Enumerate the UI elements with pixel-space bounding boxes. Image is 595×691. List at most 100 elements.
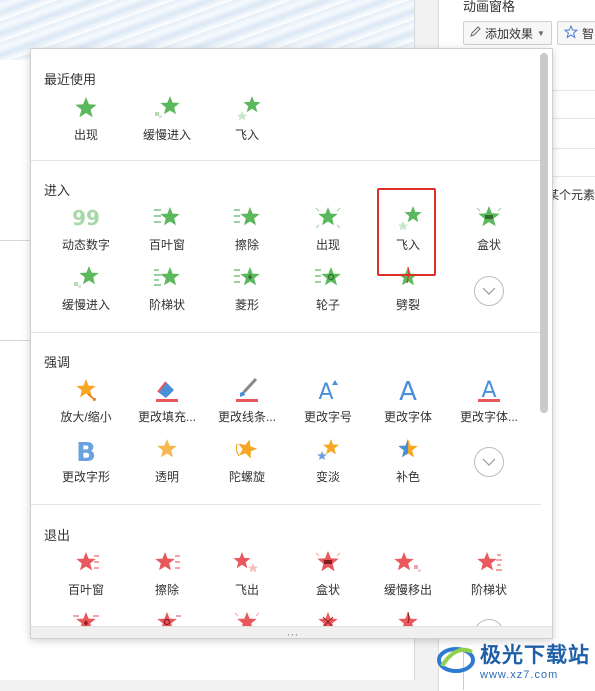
effect-emphasis-transparency[interactable]: 透明 bbox=[127, 435, 207, 491]
section-divider bbox=[31, 332, 541, 333]
fade-star-icon bbox=[311, 435, 345, 465]
add-effect-button[interactable]: 添加效果 ▼ bbox=[463, 21, 552, 45]
effect-entrance-slow-enter[interactable]: 缓慢进入 bbox=[46, 263, 126, 319]
add-effect-label: 添加效果 bbox=[485, 26, 534, 41]
effect-label: 更改线条... bbox=[217, 410, 276, 424]
pane-title: 动画窗格 bbox=[463, 0, 516, 14]
watermark-url: www.xz7.com bbox=[480, 669, 559, 681]
effect-label: 陀螺旋 bbox=[228, 470, 265, 484]
svg-text:B: B bbox=[76, 438, 96, 464]
effect-entrance-diamond[interactable]: 菱形 bbox=[207, 263, 287, 319]
grow-shrink-star-icon bbox=[69, 375, 103, 405]
blinds-star-icon bbox=[150, 203, 184, 233]
stairs-star-icon bbox=[150, 263, 184, 293]
slide-divider bbox=[0, 340, 30, 341]
entrance-more-button[interactable] bbox=[474, 276, 504, 306]
effect-label: 更改字号 bbox=[303, 410, 352, 424]
effect-label: 擦除 bbox=[154, 583, 179, 597]
effect-label: 劈裂 bbox=[395, 298, 420, 312]
box-star-icon bbox=[472, 203, 506, 233]
exit-stairs-star-icon bbox=[472, 548, 506, 578]
exit-box-star-icon bbox=[311, 548, 345, 578]
effect-recent-appear[interactable]: 出现 bbox=[46, 93, 126, 149]
font-letter-icon: A bbox=[391, 375, 425, 405]
effect-emphasis-font-size[interactable]: A 更改字号 bbox=[288, 375, 368, 431]
effect-recent-slow-enter[interactable]: 缓慢进入 bbox=[127, 93, 207, 149]
effect-entrance-wheel[interactable]: 轮子 bbox=[288, 263, 368, 319]
fly-in-highlight-box bbox=[377, 188, 436, 276]
exit-row2-icon[interactable] bbox=[391, 609, 425, 627]
effect-label: 更改字体 bbox=[383, 410, 432, 424]
effect-label: 飞出 bbox=[234, 583, 259, 597]
exit-row2-icon[interactable] bbox=[150, 609, 184, 627]
aurora-logo-icon bbox=[436, 642, 476, 679]
paint-bucket-icon bbox=[150, 375, 184, 405]
exit-row2-icon[interactable] bbox=[311, 609, 345, 627]
effect-label: 出现 bbox=[315, 238, 340, 252]
complementary-star-icon bbox=[391, 435, 425, 465]
animated-number-icon: 99 bbox=[69, 203, 103, 233]
svg-text:A: A bbox=[399, 377, 417, 404]
bold-letter-icon: B bbox=[69, 435, 103, 465]
effect-exit-slow-out[interactable]: 缓慢移出 bbox=[368, 548, 448, 604]
effect-entrance-animated-number[interactable]: 99 动态数字 bbox=[46, 203, 126, 259]
exit-row2-icon[interactable] bbox=[69, 609, 103, 627]
effect-entrance-appear[interactable]: 出现 bbox=[288, 203, 368, 259]
effect-label: 出现 bbox=[73, 128, 98, 142]
effect-label: 缓慢进入 bbox=[142, 128, 191, 142]
section-title-exit: 退出 bbox=[44, 528, 71, 543]
effect-exit-blinds[interactable]: 百叶窗 bbox=[46, 548, 126, 604]
effect-exit-fly-out[interactable]: 飞出 bbox=[207, 548, 287, 604]
exit-row2-icon[interactable] bbox=[230, 609, 264, 627]
effect-exit-box[interactable]: 盒状 bbox=[288, 548, 368, 604]
effect-label: 盒状 bbox=[476, 238, 501, 252]
effect-label: 更改填充... bbox=[137, 410, 196, 424]
effect-label: 动态数字 bbox=[61, 238, 110, 252]
effect-emphasis-fill-color[interactable]: 更改填充... bbox=[127, 375, 207, 431]
emphasis-more-button[interactable] bbox=[474, 447, 504, 477]
effect-label: 百叶窗 bbox=[148, 238, 185, 252]
effect-emphasis-font-color[interactable]: A 更改字体... bbox=[449, 375, 529, 431]
appear-star-icon bbox=[69, 93, 103, 123]
svg-text:A: A bbox=[318, 380, 333, 404]
exit-blinds-star-icon bbox=[69, 548, 103, 578]
effect-emphasis-complementary-color[interactable]: 补色 bbox=[368, 435, 448, 491]
chevron-down-icon bbox=[482, 284, 496, 298]
section-divider bbox=[31, 504, 541, 505]
effect-label: 更改字形 bbox=[61, 470, 110, 484]
effect-emphasis-spin[interactable]: 陀螺旋 bbox=[207, 435, 287, 491]
effect-exit-stairs[interactable]: 阶梯状 bbox=[449, 548, 529, 604]
effect-entrance-wipe[interactable]: 擦除 bbox=[207, 203, 287, 259]
animation-effect-dropdown: 最近使用 出现 缓慢进入 飞入 进入 99 动态数字 百叶窗 擦除 出现 飞入 … bbox=[30, 48, 553, 639]
effect-recent-fly-in[interactable]: 飞入 bbox=[207, 93, 287, 149]
effect-emphasis-font-style[interactable]: B 更改字形 bbox=[46, 435, 126, 491]
section-title-recent: 最近使用 bbox=[44, 72, 97, 87]
effect-list[interactable]: 最近使用 出现 缓慢进入 飞入 进入 99 动态数字 百叶窗 擦除 出现 飞入 … bbox=[31, 49, 541, 629]
effect-emphasis-line-color[interactable]: 更改线条... bbox=[207, 375, 287, 431]
effect-label: 更改字体... bbox=[459, 410, 518, 424]
slow-enter-star-icon bbox=[150, 93, 184, 123]
watermark-title: 极光下载站 bbox=[480, 644, 590, 667]
fly-out-star-icon bbox=[230, 548, 264, 578]
resize-grip-bar[interactable]: ··· bbox=[31, 626, 552, 638]
effect-entrance-box[interactable]: 盒状 bbox=[449, 203, 529, 259]
font-size-icon: A bbox=[311, 375, 345, 405]
section-title-entrance: 进入 bbox=[44, 183, 71, 198]
effect-exit-wipe[interactable]: 擦除 bbox=[127, 548, 207, 604]
effect-entrance-blinds[interactable]: 百叶窗 bbox=[127, 203, 207, 259]
effect-entrance-stairs[interactable]: 阶梯状 bbox=[127, 263, 207, 319]
effect-emphasis-grow-shrink[interactable]: 放大/缩小 bbox=[46, 375, 126, 431]
effect-label: 放大/缩小 bbox=[60, 410, 112, 424]
fly-in-star-icon bbox=[230, 93, 264, 123]
effect-emphasis-font[interactable]: A 更改字体 bbox=[368, 375, 448, 431]
scrollbar-thumb[interactable] bbox=[540, 53, 548, 413]
effect-label: 补色 bbox=[395, 470, 420, 484]
effect-label: 飞入 bbox=[234, 128, 259, 142]
effect-label: 变淡 bbox=[315, 470, 340, 484]
smart-animation-button[interactable]: 智 bbox=[557, 21, 595, 45]
spin-star-icon bbox=[230, 435, 264, 465]
effect-emphasis-fade[interactable]: 变淡 bbox=[288, 435, 368, 491]
wipe-star-icon bbox=[230, 203, 264, 233]
chevron-down-icon bbox=[482, 455, 496, 469]
transparency-star-icon bbox=[150, 435, 184, 465]
